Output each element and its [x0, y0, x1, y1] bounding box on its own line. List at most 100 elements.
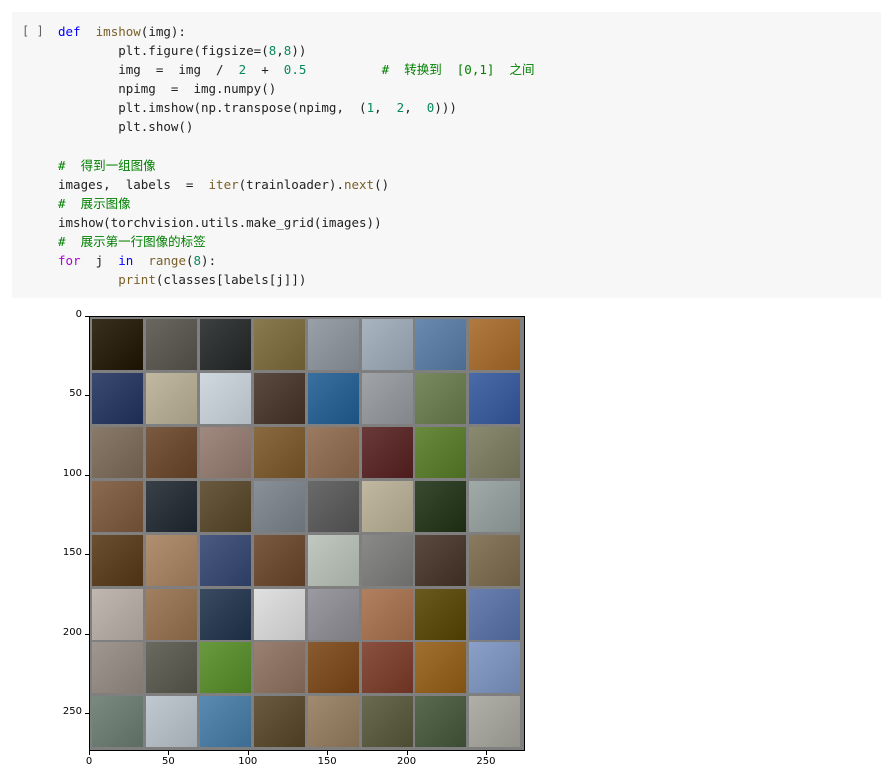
grid-image-tile — [92, 426, 143, 478]
code-token: imshow — [95, 24, 141, 39]
code-token: print — [118, 272, 156, 288]
grid-image-tile — [199, 696, 251, 748]
code-token: 8 — [193, 253, 202, 269]
code-line: print(classes[labels[j]]) — [58, 270, 534, 289]
grid-image-tile — [145, 480, 197, 532]
code-token: , — [374, 100, 397, 116]
code-line: images, labels = iter(trainloader).next(… — [58, 175, 534, 194]
image-grid-plot — [89, 316, 525, 751]
y-tick-mark — [85, 395, 89, 397]
grid-image-tile — [253, 588, 305, 640]
grid-image-tile — [199, 642, 251, 694]
grid-image-tile — [307, 480, 359, 532]
code-token: # 展示第一行图像的标签 — [58, 234, 206, 250]
grid-image-tile — [469, 426, 521, 478]
code-token: ))) — [434, 100, 457, 116]
code-line: def imshow(img): — [58, 22, 534, 41]
code-token: (classes[labels[j]]) — [155, 272, 307, 288]
grid-image-tile — [145, 642, 197, 694]
x-tick-mark — [247, 751, 249, 755]
code-line: # 展示第一行图像的标签 — [58, 232, 534, 251]
grid-image-tile — [307, 696, 359, 748]
grid-image-tile — [199, 319, 251, 370]
grid-image-tile — [199, 426, 251, 478]
grid-image-tile — [253, 480, 305, 532]
grid-image-tile — [92, 480, 143, 532]
code-token: ( — [185, 253, 194, 269]
grid-image-tile — [415, 642, 467, 694]
grid-image-tile — [307, 319, 359, 370]
grid-image-tile — [361, 372, 413, 424]
grid-image-tile — [145, 534, 197, 586]
grid-image-tile — [469, 696, 521, 748]
grid-image-tile — [145, 696, 197, 748]
code-token: # 转换到 [0,1] 之间 — [381, 62, 535, 78]
run-indicator[interactable]: [ ] — [22, 24, 44, 38]
code-token: def — [58, 24, 81, 39]
grid-image-tile — [469, 372, 521, 424]
code-line: imshow(torchvision.utils.make_grid(image… — [58, 213, 534, 232]
grid-image-tile — [92, 696, 143, 748]
code-token: j — [80, 253, 119, 269]
code-line: npimg = img.numpy() — [58, 79, 534, 98]
grid-image-tile — [92, 642, 143, 694]
x-tick-mark — [327, 751, 329, 755]
y-tick-label: 200 — [62, 626, 82, 638]
y-tick-mark — [85, 554, 89, 556]
code-token: images, labels = — [58, 176, 209, 192]
grid-image-tile — [307, 372, 359, 424]
grid-image-tile — [145, 372, 197, 424]
grid-image-tile — [415, 480, 467, 532]
y-tick-label: 250 — [62, 705, 82, 717]
grid-image-tile — [199, 372, 251, 424]
x-tick-label: 50 — [162, 756, 175, 767]
code-token: # 得到一组图像 — [58, 157, 156, 173]
y-tick-label: 150 — [62, 547, 82, 559]
grid-image-tile — [253, 426, 305, 478]
grid-image-tile — [415, 588, 467, 640]
code-line: # 得到一组图像 — [58, 156, 534, 175]
x-tick-label: 250 — [476, 756, 496, 767]
code-token: img = img / — [58, 62, 239, 78]
code-token: for — [58, 253, 81, 269]
grid-image-tile — [145, 426, 197, 478]
x-tick-label: 0 — [85, 756, 93, 767]
code-line: plt.show() — [58, 117, 534, 136]
x-tick-label: 100 — [238, 756, 258, 767]
code-token: plt.imshow(np.transpose(npimg, ( — [58, 100, 367, 116]
grid-image-tile — [92, 372, 143, 424]
grid-image-tile — [145, 319, 197, 370]
code-token: # 展示图像 — [58, 195, 131, 211]
grid-image-tile — [199, 480, 251, 532]
code-editor[interactable]: def imshow(img): plt.figure(figsize=(8,8… — [58, 22, 534, 289]
grid-image-tile — [415, 696, 467, 748]
grid-image-tile — [361, 319, 413, 370]
code-token: ): — [201, 253, 217, 269]
grid-image-tile — [253, 319, 305, 370]
grid-image-tile — [253, 534, 305, 586]
code-token: (img): — [140, 24, 186, 39]
grid-image-tile — [199, 534, 251, 586]
grid-image-tile — [199, 588, 251, 640]
code-token: imshow(torchvision.utils.make_grid(image… — [58, 214, 382, 230]
code-token: )) — [291, 43, 307, 59]
grid-image-tile — [253, 642, 305, 694]
y-tick-label: 100 — [62, 467, 82, 479]
y-tick-mark — [85, 712, 89, 714]
x-tick-label: 150 — [317, 756, 337, 767]
grid-image-tile — [469, 480, 521, 532]
grid-image-tile — [92, 588, 143, 640]
code-token: 0.5 — [283, 62, 307, 78]
grid-image-tile — [469, 534, 521, 586]
x-tick-mark — [485, 751, 487, 755]
y-tick-label: 0 — [75, 309, 82, 320]
grid-image-tile — [92, 534, 143, 586]
grid-image-tile — [415, 319, 467, 370]
x-tick-mark — [89, 751, 90, 755]
grid-image-tile — [415, 426, 467, 478]
grid-image-tile — [92, 319, 143, 370]
grid-image-tile — [361, 480, 413, 532]
code-token: , — [404, 100, 427, 116]
